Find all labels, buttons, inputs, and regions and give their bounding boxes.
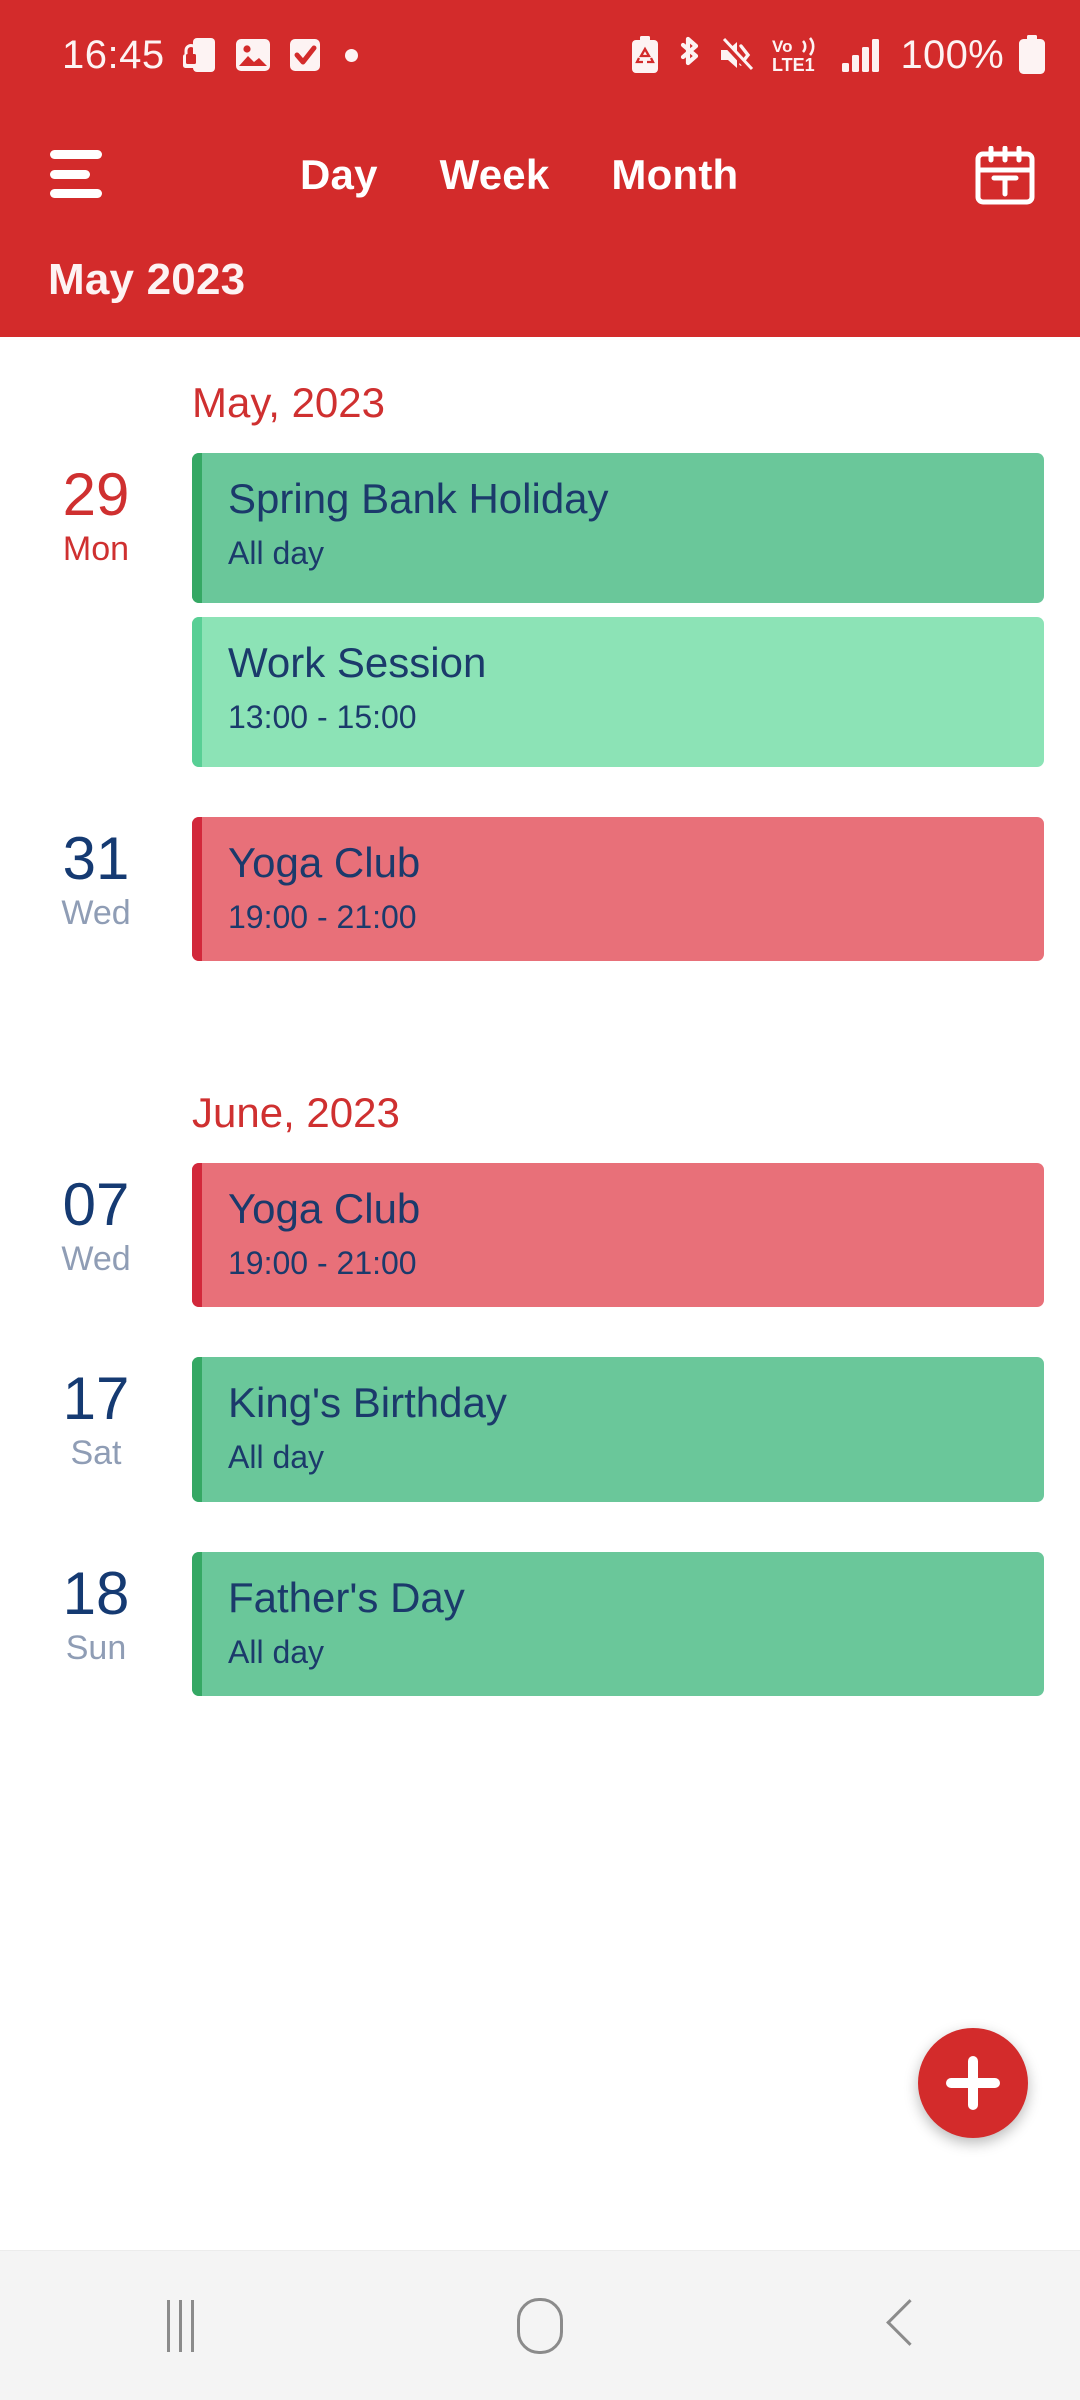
tab-week[interactable]: Week (440, 154, 550, 196)
event-time: 19:00 - 21:00 (228, 1245, 417, 1282)
event-accent-bar (192, 1163, 202, 1308)
agenda-day-row: 07 Wed Yoga Club 19:00 - 21:00 (0, 1163, 1080, 1321)
day-number: 31 (62, 825, 130, 892)
day-label: 29 Mon (0, 453, 192, 574)
image-icon (235, 38, 271, 72)
event-card[interactable]: Father's Day All day (192, 1551, 1044, 1696)
plus-icon-vertical (968, 2056, 978, 2110)
add-event-fab[interactable] (918, 2028, 1028, 2138)
signal-bars-icon (842, 38, 882, 72)
svg-text:Vo: Vo (772, 37, 792, 56)
recents-icon (166, 2299, 194, 2352)
page-title: May 2023 (48, 255, 246, 304)
day-events: Father's Day All day (192, 1551, 1080, 1710)
agenda-day-row: 29 Mon Spring Bank Holiday All day Work Sess… (0, 453, 1080, 781)
day-number: 18 (62, 1559, 130, 1627)
event-time: All day (228, 535, 325, 572)
event-title: Yoga Club (228, 839, 421, 886)
day-events: Yoga Club 19:00 - 21:00 (192, 817, 1080, 975)
day-label: 07 Wed (0, 1163, 192, 1284)
sim-lock-icon (182, 36, 217, 74)
back-icon (885, 2300, 915, 2352)
app-bar-row: Day Week Month (0, 110, 1080, 240)
agenda-day-row: 18 Sun Father's Day All day (0, 1551, 1080, 1710)
event-accent-bar (192, 817, 202, 962)
day-weekday: Sun (65, 1628, 127, 1667)
tab-month[interactable]: Month (611, 154, 738, 196)
month-header: May, 2023 (192, 379, 385, 426)
status-bar-right: Vo LTE1 100% (630, 33, 1046, 78)
event-card[interactable]: Spring Bank Holiday All day (192, 453, 1044, 603)
battery-percent-label: 100% (900, 32, 1004, 77)
event-title: Father's Day (228, 1573, 465, 1621)
event-accent-bar (192, 617, 202, 767)
home-icon (517, 2297, 563, 2354)
event-accent-bar (192, 1357, 202, 1502)
view-tabs: Day Week Month (300, 110, 738, 240)
phone-screen: 16:45 Vo LTE1 100% Day Week Month May 20… (0, 0, 1080, 2400)
day-number: 07 (62, 1171, 130, 1239)
event-accent-bar (192, 1551, 202, 1696)
agenda-day-row: 31 Wed Yoga Club 19:00 - 21:00 (0, 817, 1080, 975)
day-label: 18 Sun (0, 1552, 192, 1673)
day-weekday: Wed (61, 894, 131, 932)
dot-indicator-icon (344, 48, 358, 62)
agenda-day-row: 17 Sat King's Birthday All day (0, 1357, 1080, 1515)
recents-button[interactable] (90, 2251, 270, 2400)
day-events: Yoga Club 19:00 - 21:00 (192, 1163, 1080, 1321)
day-number: 29 (62, 461, 130, 528)
agenda-list[interactable]: May, 2023 29 Mon Spring Bank Holiday All day… (0, 337, 1080, 2250)
event-time: All day (228, 1439, 325, 1476)
event-title: Work Session (228, 639, 487, 686)
event-title: Yoga Club (228, 1185, 421, 1233)
day-number: 17 (62, 1365, 130, 1433)
hamburger-menu-icon[interactable] (50, 150, 102, 198)
event-time: 19:00 - 21:00 (228, 899, 417, 936)
day-label: 17 Sat (0, 1357, 192, 1478)
status-bar-left: 16:45 (62, 35, 358, 75)
status-clock: 16:45 (62, 33, 165, 77)
event-card[interactable]: Yoga Club 19:00 - 21:00 (192, 817, 1044, 962)
day-events: King's Birthday All day (192, 1357, 1080, 1515)
home-button[interactable] (450, 2251, 630, 2400)
tab-day[interactable]: Day (300, 154, 378, 196)
event-card[interactable]: King's Birthday All day (192, 1357, 1044, 1502)
event-card[interactable]: Yoga Club 19:00 - 21:00 (192, 1163, 1044, 1308)
day-events: Spring Bank Holiday All day Work Session 13… (192, 453, 1080, 781)
event-card[interactable]: Work Session 13:00 - 15:00 (192, 617, 1044, 767)
event-time: All day (228, 1633, 325, 1670)
calendar-today-icon[interactable] (974, 145, 1036, 206)
day-label: 31 Wed (0, 817, 192, 938)
volte-lte1-icon: Vo LTE1 (770, 35, 828, 75)
event-time: 13:00 - 15:00 (228, 699, 417, 736)
status-bar: 16:45 Vo LTE1 100% (0, 0, 1080, 110)
event-title: Spring Bank Holiday (228, 475, 609, 522)
event-title: King's Birthday (228, 1379, 507, 1427)
month-header: June, 2023 (192, 1089, 400, 1137)
day-weekday: Mon (62, 530, 130, 568)
svg-text:LTE1: LTE1 (772, 55, 815, 75)
back-button[interactable] (810, 2251, 990, 2400)
app-bar: Day Week Month May 2023 (0, 110, 1080, 337)
day-weekday: Wed (61, 1240, 131, 1279)
checkbox-checked-icon (289, 38, 321, 72)
battery-recycle-icon (630, 36, 660, 74)
battery-full-icon (1018, 35, 1046, 75)
bluetooth-icon (674, 35, 704, 75)
mute-vibrate-icon (718, 37, 756, 73)
android-nav-bar (0, 2250, 1080, 2400)
day-weekday: Sat (70, 1434, 122, 1473)
event-accent-bar (192, 453, 202, 603)
